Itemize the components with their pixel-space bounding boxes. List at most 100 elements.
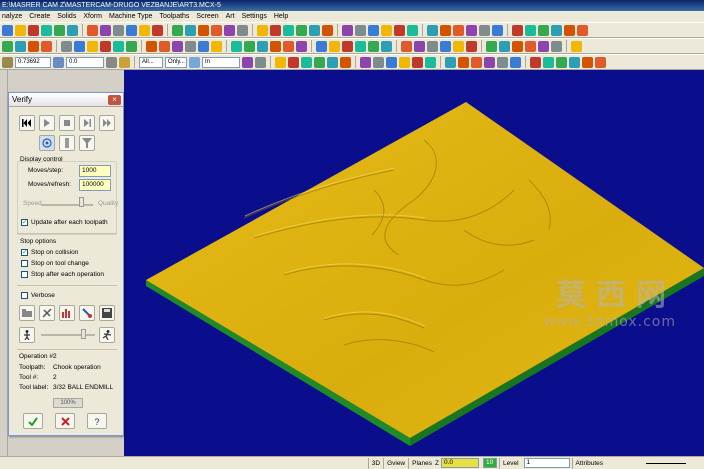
menu-toolpaths[interactable]: Toolpaths — [159, 11, 189, 22]
calc-icon[interactable] — [119, 56, 130, 68]
z-value-field[interactable]: 0.0 — [440, 458, 479, 468]
tb1-tool-16-icon[interactable] — [198, 24, 209, 36]
tb2-tool-47-icon[interactable] — [571, 40, 582, 52]
rewind-button[interactable] — [19, 115, 35, 131]
tb3-rest-tool-27-icon[interactable] — [569, 56, 580, 68]
tool-display-button[interactable] — [59, 135, 75, 151]
tb1-tool-42-icon[interactable] — [512, 24, 523, 36]
chart-button[interactable] — [59, 305, 75, 321]
ok-button[interactable] — [23, 413, 43, 429]
tb1-tool-33-icon[interactable] — [407, 24, 418, 36]
tb3-rest-tool-14-icon[interactable] — [412, 56, 423, 68]
menu-xform[interactable]: Xform — [83, 11, 102, 22]
tb3-rest-tool-7-icon[interactable] — [327, 56, 338, 68]
tb2-tool-38-icon[interactable] — [466, 40, 477, 52]
in-filter-field[interactable]: In — [202, 56, 240, 68]
slow-walk-button[interactable] — [19, 327, 35, 343]
tb1-tool-35-icon[interactable] — [427, 24, 438, 36]
tb2-tool-2-icon[interactable] — [28, 40, 39, 52]
moves-step-input[interactable]: 1000 — [79, 165, 111, 177]
tb3-rest-tool-13-icon[interactable] — [399, 56, 410, 68]
stop-collision-checkbox[interactable]: ✓ — [21, 249, 28, 256]
tb3-rest-tool-29-icon[interactable] — [595, 56, 606, 68]
all-filter-field[interactable]: All... — [139, 56, 163, 68]
save-button[interactable] — [99, 305, 115, 321]
fast-run-button[interactable] — [99, 327, 115, 343]
tb1-tool-25-icon[interactable] — [309, 24, 320, 36]
tb3-rest-tool-8-icon[interactable] — [340, 56, 351, 68]
tb2-tool-45-icon[interactable] — [551, 40, 562, 52]
tb1-tool-7-icon[interactable] — [87, 24, 98, 36]
tb1-tool-46-icon[interactable] — [564, 24, 575, 36]
tb2-tool-6-icon[interactable] — [74, 40, 85, 52]
verbose-checkbox[interactable] — [21, 292, 28, 299]
level-button[interactable]: Level — [498, 457, 522, 469]
help-button[interactable]: ? — [87, 413, 107, 429]
gview-button[interactable]: Gview — [383, 457, 408, 469]
tb2-tool-19-icon[interactable] — [231, 40, 242, 52]
cutter-button[interactable] — [39, 305, 55, 321]
tb2-tool-34-icon[interactable] — [414, 40, 425, 52]
tb1-tool-15-icon[interactable] — [185, 24, 196, 36]
tb3-rest-tool-10-icon[interactable] — [360, 56, 371, 68]
tb3-rest-tool-22-icon[interactable] — [510, 56, 521, 68]
tb2-tool-28-icon[interactable] — [342, 40, 353, 52]
z-depth-field[interactable]: 0.73692 — [15, 56, 51, 68]
tb3-rest-tool-17-icon[interactable] — [445, 56, 456, 68]
tb1-tool-22-icon[interactable] — [270, 24, 281, 36]
tb3-rest-tool-5-icon[interactable] — [301, 56, 312, 68]
pin-icon[interactable] — [53, 56, 64, 68]
tb3-rest-tool-19-icon[interactable] — [471, 56, 482, 68]
ruler-icon[interactable] — [2, 56, 13, 68]
tb3-rest-tool-11-icon[interactable] — [373, 56, 384, 68]
tb1-tool-12-icon[interactable] — [152, 24, 163, 36]
tool-color-button[interactable] — [79, 305, 95, 321]
tb2-tool-10-icon[interactable] — [126, 40, 137, 52]
tb3-rest-tool-1-icon[interactable] — [255, 56, 266, 68]
tb2-tool-43-icon[interactable] — [525, 40, 536, 52]
tb1-tool-3-icon[interactable] — [41, 24, 52, 36]
only-filter-field[interactable]: Only... — [165, 56, 187, 68]
tb1-tool-43-icon[interactable] — [525, 24, 536, 36]
tb1-tool-11-icon[interactable] — [139, 24, 150, 36]
tb1-tool-44-icon[interactable] — [538, 24, 549, 36]
tb2-tool-14-icon[interactable] — [172, 40, 183, 52]
tb2-tool-5-icon[interactable] — [61, 40, 72, 52]
tb3-rest-tool-26-icon[interactable] — [556, 56, 567, 68]
tb1-tool-5-icon[interactable] — [67, 24, 78, 36]
select-mode-icon[interactable] — [189, 56, 200, 68]
tb2-tool-31-icon[interactable] — [381, 40, 392, 52]
tb3-rest-tool-20-icon[interactable] — [484, 56, 495, 68]
tb2-tool-37-icon[interactable] — [453, 40, 464, 52]
menu-art[interactable]: Art — [226, 11, 235, 22]
tb1-tool-40-icon[interactable] — [492, 24, 503, 36]
play-button[interactable] — [39, 115, 55, 131]
tb2-tool-20-icon[interactable] — [244, 40, 255, 52]
tb2-tool-17-icon[interactable] — [211, 40, 222, 52]
tb1-tool-26-icon[interactable] — [322, 24, 333, 36]
fast-forward-button[interactable] — [99, 115, 115, 131]
tb2-tool-36-icon[interactable] — [440, 40, 451, 52]
stop-button[interactable] — [59, 115, 75, 131]
tb2-tool-44-icon[interactable] — [538, 40, 549, 52]
menu-analyze[interactable]: nalyze — [2, 11, 22, 22]
stop-toolchange-checkbox[interactable] — [21, 260, 28, 267]
color-swatch[interactable]: 10 — [482, 458, 497, 468]
menu-settings[interactable]: Settings — [242, 11, 267, 22]
tb2-tool-42-icon[interactable] — [512, 40, 523, 52]
moves-refresh-input[interactable]: 100000 — [79, 179, 111, 191]
tb1-tool-36-icon[interactable] — [440, 24, 451, 36]
tb3-rest-tool-28-icon[interactable] — [582, 56, 593, 68]
tb2-tool-24-icon[interactable] — [296, 40, 307, 52]
tb1-tool-10-icon[interactable] — [126, 24, 137, 36]
tb1-tool-2-icon[interactable] — [28, 24, 39, 36]
tb3-rest-tool-25-icon[interactable] — [543, 56, 554, 68]
graphics-viewport[interactable]: 莫西网 www.3dmox.com — [124, 70, 704, 456]
step-button[interactable] — [79, 115, 95, 131]
tb1-tool-9-icon[interactable] — [113, 24, 124, 36]
tb1-tool-23-icon[interactable] — [283, 24, 294, 36]
tb2-tool-35-icon[interactable] — [427, 40, 438, 52]
menu-solids[interactable]: Solids — [57, 11, 76, 22]
tb3-rest-tool-24-icon[interactable] — [530, 56, 541, 68]
tb2-tool-33-icon[interactable] — [401, 40, 412, 52]
